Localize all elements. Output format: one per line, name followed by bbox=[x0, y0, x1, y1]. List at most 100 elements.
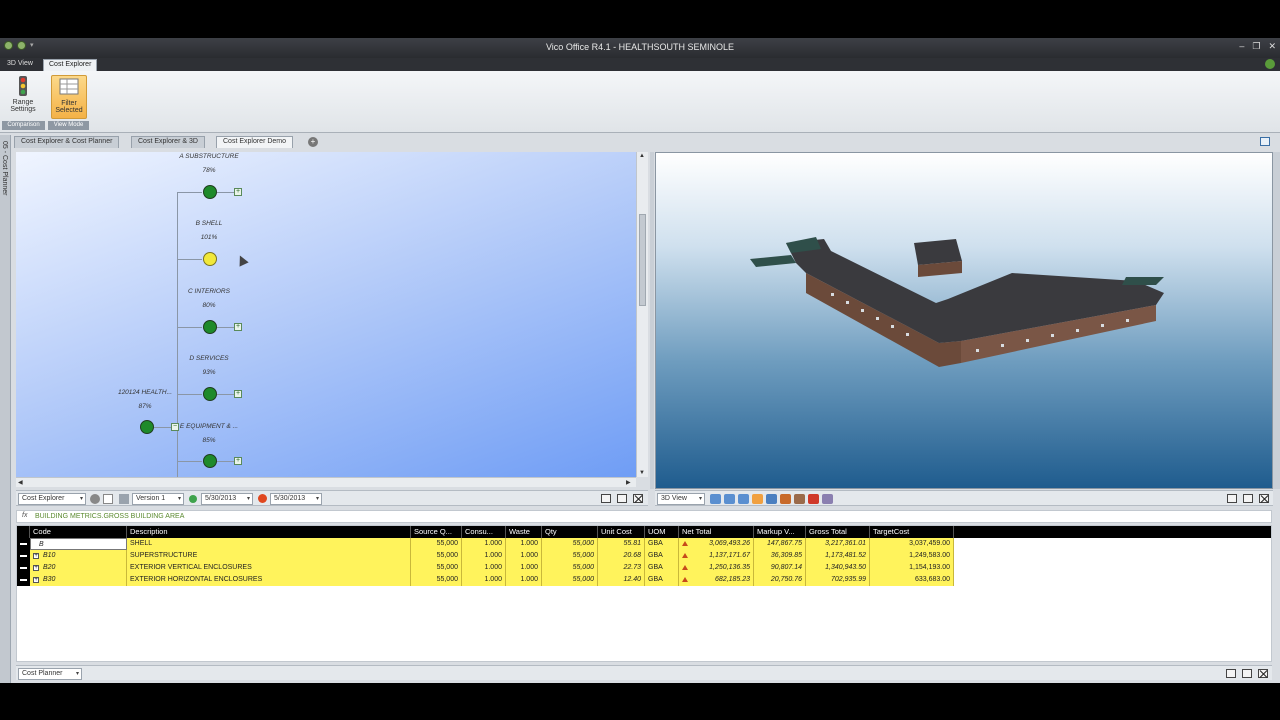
cell-gross[interactable]: 702,935.99 bbox=[806, 574, 870, 586]
3d-view-select[interactable]: 3D View bbox=[657, 493, 705, 505]
cell-target[interactable]: 1,154,193.00 bbox=[870, 562, 954, 574]
cell-consu[interactable]: 1.000 bbox=[462, 538, 506, 550]
cell-markup[interactable]: 90,807.14 bbox=[754, 562, 806, 574]
dropdown-arrow-icon[interactable] bbox=[103, 494, 113, 504]
cell-source[interactable]: 55,000 bbox=[411, 574, 462, 586]
expand-row-icon[interactable]: + bbox=[33, 565, 39, 571]
cell-code[interactable]: B bbox=[30, 538, 127, 550]
expand-plus-icon[interactable]: + bbox=[234, 323, 242, 331]
maximize-panel-button[interactable] bbox=[601, 494, 611, 503]
fly-icon[interactable] bbox=[766, 494, 777, 504]
bottom-view-select[interactable]: Cost Planner bbox=[18, 668, 82, 680]
side-panel-strip[interactable]: 05 - Cost Planner bbox=[0, 135, 11, 683]
zoom-in-icon[interactable] bbox=[710, 494, 721, 504]
measure-icon[interactable] bbox=[822, 494, 833, 504]
tree-horizontal-scrollbar[interactable]: ◀ ▶ bbox=[16, 477, 636, 487]
cell-consu[interactable]: 1.000 bbox=[462, 562, 506, 574]
3d-viewport[interactable] bbox=[655, 152, 1273, 489]
cell-unit[interactable]: 12.40 bbox=[598, 574, 645, 586]
node-shell[interactable] bbox=[203, 252, 217, 266]
cell-qty[interactable]: 55,000 bbox=[542, 562, 598, 574]
settings-gear-icon[interactable] bbox=[90, 494, 100, 504]
col-header-code[interactable]: Code bbox=[30, 526, 127, 538]
expand-row-icon[interactable]: + bbox=[33, 577, 39, 583]
cell-code[interactable]: + B30 bbox=[30, 574, 127, 586]
scroll-thumb[interactable] bbox=[639, 214, 646, 306]
cell-source[interactable]: 55,000 bbox=[411, 538, 462, 550]
help-icon[interactable] bbox=[1265, 59, 1275, 69]
walk-icon[interactable] bbox=[794, 494, 805, 504]
view-type-select[interactable]: Cost Explorer bbox=[18, 493, 86, 505]
cell-desc[interactable]: EXTERIOR HORIZONTAL ENCLOSURES bbox=[127, 574, 411, 586]
tab-cost-explorer-demo[interactable]: Cost Explorer Demo bbox=[216, 136, 294, 148]
node-substructure[interactable] bbox=[203, 185, 217, 199]
pan-hand-icon[interactable] bbox=[752, 494, 763, 504]
restore-button[interactable]: ❐ bbox=[1252, 41, 1260, 52]
cell-code[interactable]: + B10 bbox=[30, 550, 127, 562]
cell-consu[interactable]: 1.000 bbox=[462, 574, 506, 586]
cell-desc[interactable]: SHELL bbox=[127, 538, 411, 550]
cell-qty[interactable]: 55,000 bbox=[542, 538, 598, 550]
cell-waste[interactable]: 1.000 bbox=[506, 550, 542, 562]
cell-unit[interactable]: 55.81 bbox=[598, 538, 645, 550]
cell-gross[interactable]: 3,217,361.01 bbox=[806, 538, 870, 550]
scroll-up-icon[interactable]: ▲ bbox=[639, 153, 645, 159]
cell-consu[interactable]: 1.000 bbox=[462, 550, 506, 562]
table-row[interactable]: + B20 EXTERIOR VERTICAL ENCLOSURES 55,000 1.… bbox=[17, 562, 954, 574]
cell-net[interactable]: 1,250,136.35 bbox=[679, 562, 754, 574]
cell-waste[interactable]: 1.000 bbox=[506, 538, 542, 550]
cell-target[interactable]: 1,249,583.00 bbox=[870, 550, 954, 562]
close-panel-button[interactable] bbox=[633, 494, 643, 503]
tree-vertical-scrollbar[interactable]: ▲ ▼ bbox=[636, 152, 648, 477]
tab-cost-explorer-cost-planner[interactable]: Cost Explorer & Cost Planner bbox=[14, 136, 120, 148]
cell-target[interactable]: 3,037,459.00 bbox=[870, 538, 954, 550]
col-header-uom[interactable]: UOM bbox=[645, 526, 679, 538]
tab-cost-explorer-3d[interactable]: Cost Explorer & 3D bbox=[131, 136, 205, 148]
zoom-extents-icon[interactable] bbox=[738, 494, 749, 504]
cell-uom[interactable]: GBA bbox=[645, 574, 679, 586]
row-selector[interactable] bbox=[17, 562, 30, 574]
close-3d-button[interactable] bbox=[1259, 494, 1269, 503]
cell-net[interactable]: 3,069,493.26 bbox=[679, 538, 754, 550]
select-icon[interactable] bbox=[808, 494, 819, 504]
row-selector[interactable] bbox=[17, 574, 30, 586]
end-date-field[interactable]: 5/30/2013 bbox=[270, 493, 322, 505]
cell-waste[interactable]: 1.000 bbox=[506, 574, 542, 586]
version-select[interactable]: Version 1 bbox=[132, 493, 184, 505]
col-header-waste[interactable]: Waste bbox=[506, 526, 542, 538]
col-header-qty[interactable]: Qty bbox=[542, 526, 598, 538]
table-row[interactable]: + B10 SUPERSTRUCTURE 55,000 1.000 1.000 55,000… bbox=[17, 550, 954, 562]
col-header-target-cost[interactable]: TargetCost bbox=[870, 526, 954, 538]
col-header-source-qty[interactable]: Source Q... bbox=[411, 526, 462, 538]
scroll-left-icon[interactable]: ◀ bbox=[18, 479, 23, 486]
cell-source[interactable]: 55,000 bbox=[411, 562, 462, 574]
expand-row-icon[interactable]: + bbox=[33, 553, 39, 559]
cell-desc[interactable]: EXTERIOR VERTICAL ENCLOSURES bbox=[127, 562, 411, 574]
col-header-description[interactable]: Description bbox=[127, 526, 411, 538]
float-3d-button[interactable] bbox=[1243, 494, 1253, 503]
cell-source[interactable]: 55,000 bbox=[411, 550, 462, 562]
scroll-right-icon[interactable]: ▶ bbox=[626, 479, 631, 486]
maximize-grid-button[interactable] bbox=[1226, 669, 1236, 678]
tab-3d-view[interactable]: 3D View bbox=[2, 59, 38, 71]
col-header-net-total[interactable]: Net Total bbox=[679, 526, 754, 538]
col-header-unit-cost[interactable]: Unit Cost bbox=[598, 526, 645, 538]
float-grid-button[interactable] bbox=[1242, 669, 1252, 678]
close-grid-button[interactable] bbox=[1258, 669, 1268, 678]
zoom-out-icon[interactable] bbox=[724, 494, 735, 504]
expand-plus-icon[interactable]: + bbox=[234, 457, 242, 465]
layout-icon[interactable] bbox=[1260, 137, 1270, 146]
cell-gross[interactable]: 1,173,481.52 bbox=[806, 550, 870, 562]
cell-code[interactable]: + B20 bbox=[30, 562, 127, 574]
expand-plus-icon[interactable]: + bbox=[234, 188, 242, 196]
cell-unit[interactable]: 20.68 bbox=[598, 550, 645, 562]
cell-markup[interactable]: 20,750.76 bbox=[754, 574, 806, 586]
col-header-consumption[interactable]: Consu... bbox=[462, 526, 506, 538]
cell-waste[interactable]: 1.000 bbox=[506, 562, 542, 574]
formula-text[interactable]: BUILDING METRICS.GROSS BUILDING AREA bbox=[35, 513, 184, 520]
col-header-gross-total[interactable]: Gross Total bbox=[806, 526, 870, 538]
maximize-3d-button[interactable] bbox=[1227, 494, 1237, 503]
scroll-down-icon[interactable]: ▼ bbox=[639, 470, 645, 476]
node-services[interactable] bbox=[203, 387, 217, 401]
add-tab-icon[interactable]: + bbox=[308, 137, 318, 147]
